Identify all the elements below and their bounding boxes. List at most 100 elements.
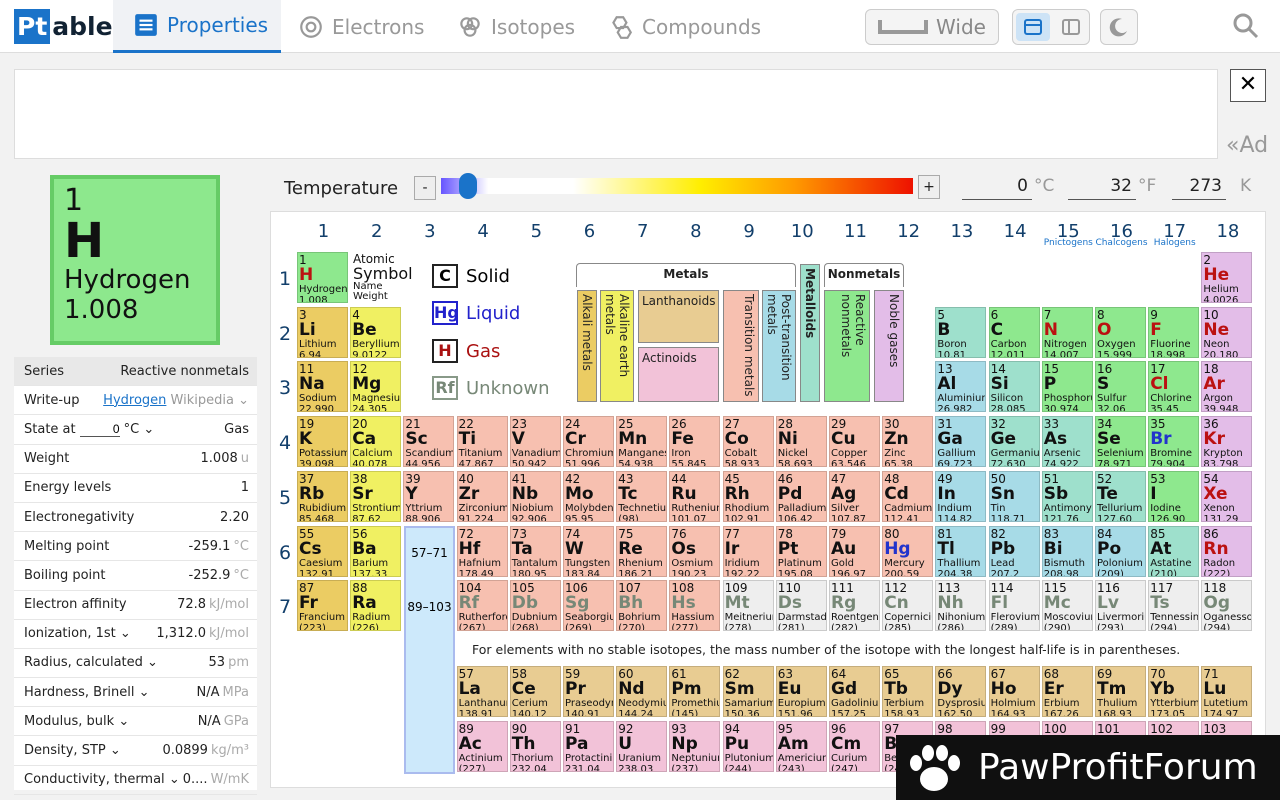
radius-select[interactable]: Radius, calculated ⌄ bbox=[24, 655, 158, 670]
element-ge[interactable]: 32GeGermanium72.630 bbox=[988, 416, 1040, 468]
unit-select[interactable]: °C bbox=[233, 568, 249, 583]
element-ta[interactable]: 73 Ta Tantalum 180.95 bbox=[509, 525, 561, 577]
category-actinoids[interactable]: Actinoids bbox=[638, 347, 719, 402]
element-sn[interactable]: 50 Sn Tin 118.71 bbox=[988, 470, 1040, 522]
element-be[interactable]: 4 Be Beryllium 9.0122 bbox=[350, 306, 402, 358]
unit-select[interactable]: u bbox=[241, 451, 249, 466]
element-ir[interactable]: 77 Ir Iridium 192.22 bbox=[722, 525, 774, 577]
unit-select[interactable]: MPa bbox=[223, 685, 249, 700]
element-cd[interactable]: 48 Cd Cadmium 112.41 bbox=[882, 470, 934, 522]
element-si[interactable]: 14 Si Silicon 28.085 bbox=[988, 361, 1040, 413]
group-header[interactable]: 10 bbox=[776, 221, 829, 242]
element-er[interactable]: 68 Er Erbium 167.26 bbox=[1041, 666, 1093, 717]
element-pt[interactable]: 78 Pt Platinum 195.08 bbox=[775, 525, 827, 577]
element-am[interactable]: 95 Am Americium (243) bbox=[775, 721, 827, 772]
element-dy[interactable]: 66DyDysprosium162.50 bbox=[935, 666, 987, 717]
element-ga[interactable]: 31 Ga Gallium 69.723 bbox=[935, 416, 987, 468]
element-he[interactable]: 2 He Helium 4.0026 bbox=[1201, 252, 1253, 303]
element-cn[interactable]: 112CnCopernicium(285) bbox=[882, 580, 934, 632]
group-header[interactable]: 13 bbox=[935, 221, 988, 242]
state-temp-input[interactable] bbox=[79, 421, 120, 437]
element-mc[interactable]: 115McMoscovium(290) bbox=[1041, 580, 1093, 632]
element-fl[interactable]: 114 Fl Flerovium (289) bbox=[988, 580, 1040, 632]
element-ba[interactable]: 56 Ba Barium 137.33 bbox=[350, 525, 402, 577]
ptable-logo[interactable]: Pt able bbox=[14, 9, 113, 44]
category-alkaline-earth[interactable]: Alkaline earth metals bbox=[600, 290, 634, 402]
element-ag[interactable]: 47 Ag Silver 107.87 bbox=[829, 470, 880, 522]
element-y[interactable]: 39 Y Yttrium 88.906 bbox=[403, 470, 455, 522]
state-gas[interactable]: H Gas bbox=[432, 339, 500, 363]
element-n[interactable]: 7 N Nitrogen 14.007 bbox=[1041, 306, 1093, 358]
element-rb[interactable]: 37 Rb Rubidium 85.468 bbox=[297, 470, 348, 522]
tab-properties[interactable]: Properties bbox=[113, 0, 281, 53]
category-alkali[interactable]: Alkali metals bbox=[577, 290, 597, 402]
unit-select[interactable]: kJ/mol bbox=[209, 597, 249, 612]
period-header[interactable]: 7 bbox=[279, 596, 291, 618]
element-i[interactable]: 53 I Iodine 126.90 bbox=[1148, 470, 1200, 522]
element-na[interactable]: 11 Na Sodium 22.990 bbox=[297, 361, 348, 413]
group-header[interactable]: 5 bbox=[510, 221, 563, 242]
conductivity-select[interactable]: Conductivity, thermal ⌄ bbox=[24, 772, 180, 787]
element-pr[interactable]: 59PrPraseodymium140.91 bbox=[563, 666, 614, 717]
element-co[interactable]: 27 Co Cobalt 58.933 bbox=[722, 416, 774, 468]
writeup-link[interactable]: Hydrogen bbox=[103, 393, 166, 408]
element-br[interactable]: 35 Br Bromine 79.904 bbox=[1148, 416, 1200, 468]
period-header[interactable]: 1 bbox=[279, 268, 291, 290]
temp-celsius-input[interactable]: 0 bbox=[962, 176, 1032, 200]
group-header[interactable]: 18 bbox=[1201, 221, 1254, 242]
density-select[interactable]: Density, STP ⌄ bbox=[24, 743, 121, 758]
group-header[interactable]: 6 bbox=[563, 221, 616, 242]
element-b[interactable]: 5 B Boron 10.81 bbox=[935, 306, 987, 358]
element-eu[interactable]: 63 Eu Europium 151.96 bbox=[775, 666, 827, 717]
element-tm[interactable]: 69 Tm Thulium 168.93 bbox=[1095, 666, 1146, 717]
element-ds[interactable]: 110DsDarmstadtium(281) bbox=[775, 580, 827, 632]
element-pd[interactable]: 46 Pd Palladium 106.42 bbox=[775, 470, 827, 522]
element-lv[interactable]: 116LvLivermorium(293) bbox=[1095, 580, 1146, 632]
search-button[interactable] bbox=[1232, 12, 1260, 44]
element-og[interactable]: 118OgOganesson(294) bbox=[1201, 580, 1253, 632]
element-rn[interactable]: 86 Rn Radon (222) bbox=[1201, 525, 1253, 577]
element-re[interactable]: 75 Re Rhenium 186.21 bbox=[616, 525, 668, 577]
element-rf[interactable]: 104RfRutherfordium(267) bbox=[456, 580, 508, 632]
element-zr[interactable]: 40 Zr Zirconium 91.224 bbox=[456, 470, 508, 522]
group-header[interactable]: 8 bbox=[669, 221, 722, 242]
element-np[interactable]: 93NpNeptunium(237) bbox=[669, 721, 721, 772]
temp-fahrenheit-input[interactable]: 32 bbox=[1068, 176, 1136, 200]
element-mg[interactable]: 12MgMagnesium24.305 bbox=[350, 361, 402, 413]
category-noble-gases[interactable]: Noble gases bbox=[874, 290, 904, 402]
element-pm[interactable]: 61PmPromethium(145) bbox=[669, 666, 721, 717]
element-hg[interactable]: 80 Hg Mercury 200.59 bbox=[882, 525, 934, 577]
element-c[interactable]: 6 C Carbon 12.011 bbox=[988, 306, 1040, 358]
layout-a-button[interactable] bbox=[1016, 13, 1050, 41]
element-ar[interactable]: 18 Ar Argon 39.948 bbox=[1201, 361, 1253, 413]
lanthanide-range[interactable]: 57–71 bbox=[406, 546, 453, 560]
element-cm[interactable]: 96 Cm Curium (247) bbox=[829, 721, 880, 772]
group-header[interactable]: 7 bbox=[616, 221, 669, 242]
element-pb[interactable]: 82 Pb Lead 207.2 bbox=[988, 525, 1040, 577]
ionization-select[interactable]: Ionization, 1st ⌄ bbox=[24, 626, 131, 641]
tab-electrons[interactable]: Electrons bbox=[298, 0, 424, 53]
period-header[interactable]: 4 bbox=[279, 432, 291, 454]
state-liquid[interactable]: Hg Liquid bbox=[432, 301, 520, 325]
element-nb[interactable]: 41 Nb Niobium 92.906 bbox=[509, 470, 561, 522]
group-header[interactable]: 2 bbox=[350, 221, 403, 242]
element-k[interactable]: 19 K Potassium 39.098 bbox=[297, 416, 348, 468]
element-fr[interactable]: 87 Fr Francium (223) bbox=[297, 580, 348, 632]
element-o[interactable]: 8 O Oxygen 15.999 bbox=[1095, 306, 1146, 358]
modulus-select[interactable]: Modulus, bulk ⌄ bbox=[24, 714, 129, 729]
category-lanthanoids[interactable]: Lanthanoids bbox=[638, 290, 719, 343]
element-sg[interactable]: 106SgSeaborgium(269) bbox=[563, 580, 614, 632]
temp-increase-button[interactable]: + bbox=[918, 175, 940, 199]
element-cu[interactable]: 29 Cu Copper 63.546 bbox=[829, 416, 880, 468]
element-rg[interactable]: 111RgRoentgenium(282) bbox=[829, 580, 880, 632]
unit-select[interactable]: kJ/mol bbox=[209, 626, 249, 641]
element-hs[interactable]: 108 Hs Hassium (277) bbox=[669, 580, 721, 632]
element-hf[interactable]: 72 Hf Hafnium 178.49 bbox=[456, 525, 508, 577]
element-ru[interactable]: 44RuRuthenium101.07 bbox=[669, 470, 721, 522]
unit-select[interactable]: kg/m³ bbox=[211, 743, 249, 758]
element-ce[interactable]: 58 Ce Cerium 140.12 bbox=[509, 666, 561, 717]
wide-toggle-button[interactable]: Wide bbox=[865, 9, 999, 45]
element-lu[interactable]: 71 Lu Lutetium 174.97 bbox=[1201, 666, 1253, 717]
unit-select[interactable]: pm bbox=[228, 655, 249, 670]
actinide-range[interactable]: 89–103 bbox=[406, 600, 453, 614]
